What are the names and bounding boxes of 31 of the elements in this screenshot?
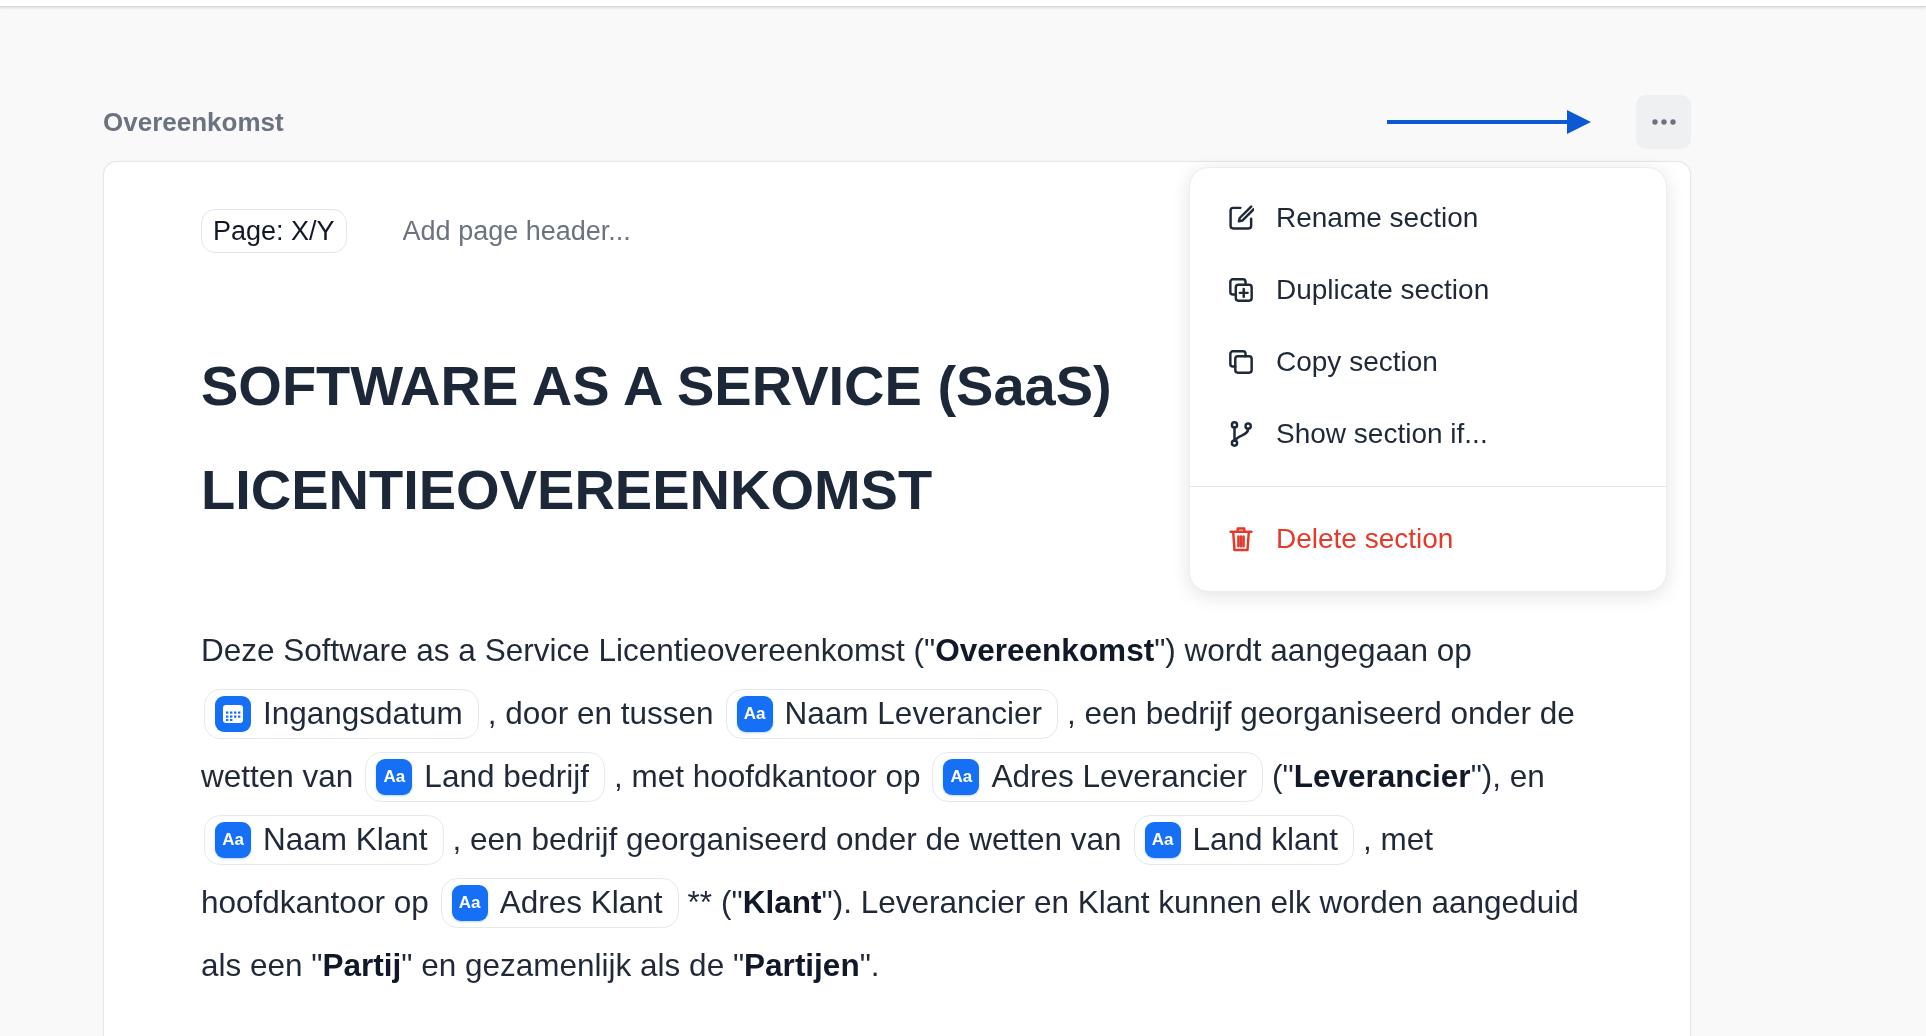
menu-item[interactable]: Rename section: [1190, 182, 1666, 254]
text-type-icon: Aa: [451, 884, 488, 921]
text-type-icon: Aa: [736, 695, 773, 732]
variable-chip[interactable]: Aa Naam Klant: [204, 814, 444, 865]
text-type-icon: Aa: [1144, 821, 1181, 858]
text-type-icon: Aa: [943, 758, 980, 795]
duplicate-icon: [1228, 277, 1254, 303]
edit-icon: [1228, 205, 1254, 231]
variable-chip[interactable]: Ingangsdatum: [204, 688, 479, 739]
variable-chip[interactable]: Aa Naam Leverancier: [725, 688, 1058, 739]
branch-icon: [1228, 421, 1254, 447]
page-header-field[interactable]: Add page header...: [390, 211, 935, 251]
variable-chip[interactable]: Aa Land bedrijf: [365, 751, 605, 802]
more-icon: [1651, 119, 1676, 125]
text-type-icon: Aa: [215, 821, 251, 858]
menu-item[interactable]: Duplicate section: [1190, 254, 1666, 326]
copy-icon: [1228, 349, 1254, 375]
text-type-icon: Aa: [376, 758, 413, 795]
document-title: SOFTWARE AS A SERVICE (SaaS) LICENTIEOVEREENKOMST: [201, 353, 1113, 523]
more-button[interactable]: [1636, 95, 1691, 149]
variable-chip[interactable]: Aa Adres Leverancier: [932, 751, 1264, 802]
menu-item[interactable]: Copy section: [1190, 326, 1666, 398]
page-number-chip[interactable]: Page: X/Y: [201, 209, 347, 253]
trash-icon: [1228, 526, 1254, 552]
calendar-icon: [215, 695, 251, 732]
variable-chip[interactable]: Aa Adres Klant: [440, 877, 679, 928]
menu-item[interactable]: Delete section: [1190, 503, 1666, 575]
variable-chip[interactable]: Aa Land klant: [1133, 814, 1354, 865]
menu-item[interactable]: Show section if...: [1190, 398, 1666, 470]
agreement-paragraph: Deze Software as a Service Licentieovereenkomst ("Overeenkomst") wordt aangegaan op Ingangsdatum , door en tussen Aa Naam Leverancier , een bedrijf georganiseerd onder de wetten van Aa Land bedrijf , met hoofdkantoor op Aa Adres Leverancier ("Leverancier"), en Aa Naam Klant , een bedrijf georganiseerd onder de wetten van Aa Land klant , met hoofdkantoor op Aa Adres Klant ** ("Klant"). Leverancier en Klant kunnen elk worden aangeduid als een "Partij" en gezamenlijk als de "Partijen".: [201, 631, 1580, 985]
section-title: Overeenkomst: [103, 106, 284, 138]
